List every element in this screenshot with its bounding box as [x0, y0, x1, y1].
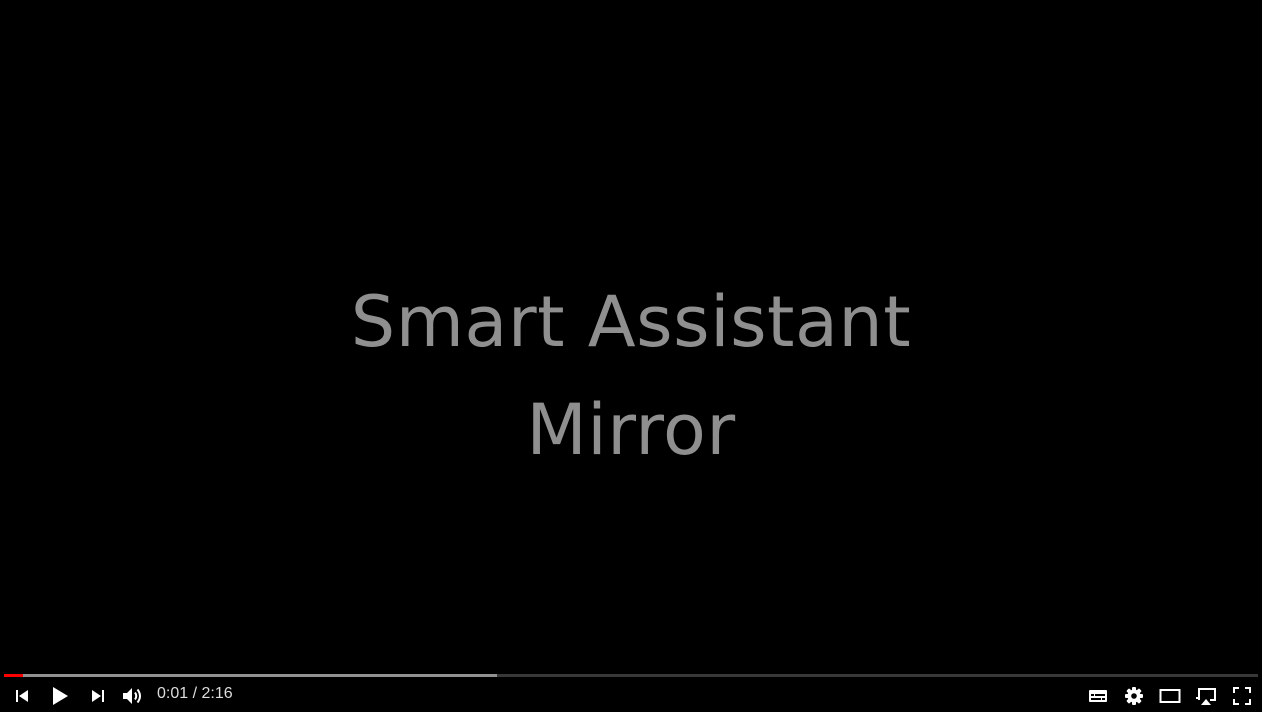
- subtitles-button[interactable]: [1080, 680, 1116, 712]
- video-title-card: Smart Assistant Mirror: [0, 268, 1262, 484]
- theater-mode-button[interactable]: [1152, 680, 1188, 712]
- title-line-2: Mirror: [526, 389, 736, 471]
- fullscreen-icon: [1233, 687, 1251, 705]
- cast-icon: [1196, 688, 1216, 705]
- title-line-1: Smart Assistant: [350, 281, 912, 363]
- video-frame[interactable]: Smart Assistant Mirror: [0, 0, 1262, 712]
- theater-mode-icon: [1159, 689, 1181, 703]
- skip-next-icon: [92, 690, 104, 702]
- progress-bar[interactable]: [4, 674, 1258, 677]
- play-icon: [53, 687, 68, 705]
- previous-button[interactable]: [4, 680, 40, 712]
- progress-played: [4, 674, 23, 677]
- next-button[interactable]: [80, 680, 116, 712]
- settings-button[interactable]: [1116, 680, 1152, 712]
- time-display: 0:01 / 2:16: [157, 684, 233, 704]
- volume-icon: [123, 688, 141, 704]
- volume-button[interactable]: [115, 680, 151, 712]
- time-separator: /: [188, 685, 202, 702]
- play-button[interactable]: [42, 680, 78, 712]
- subtitles-icon: [1089, 690, 1107, 702]
- cast-button[interactable]: [1188, 680, 1224, 712]
- gear-icon: [1125, 687, 1143, 705]
- control-bar: 0:01 / 2:16: [0, 680, 1262, 712]
- duration: 2:16: [201, 685, 233, 702]
- fullscreen-button[interactable]: [1224, 680, 1260, 712]
- video-player[interactable]: Smart Assistant Mirror 0:01 / 2:16: [0, 0, 1262, 712]
- progress-loaded: [4, 674, 497, 677]
- current-time: 0:01: [157, 685, 189, 702]
- skip-previous-icon: [16, 690, 28, 702]
